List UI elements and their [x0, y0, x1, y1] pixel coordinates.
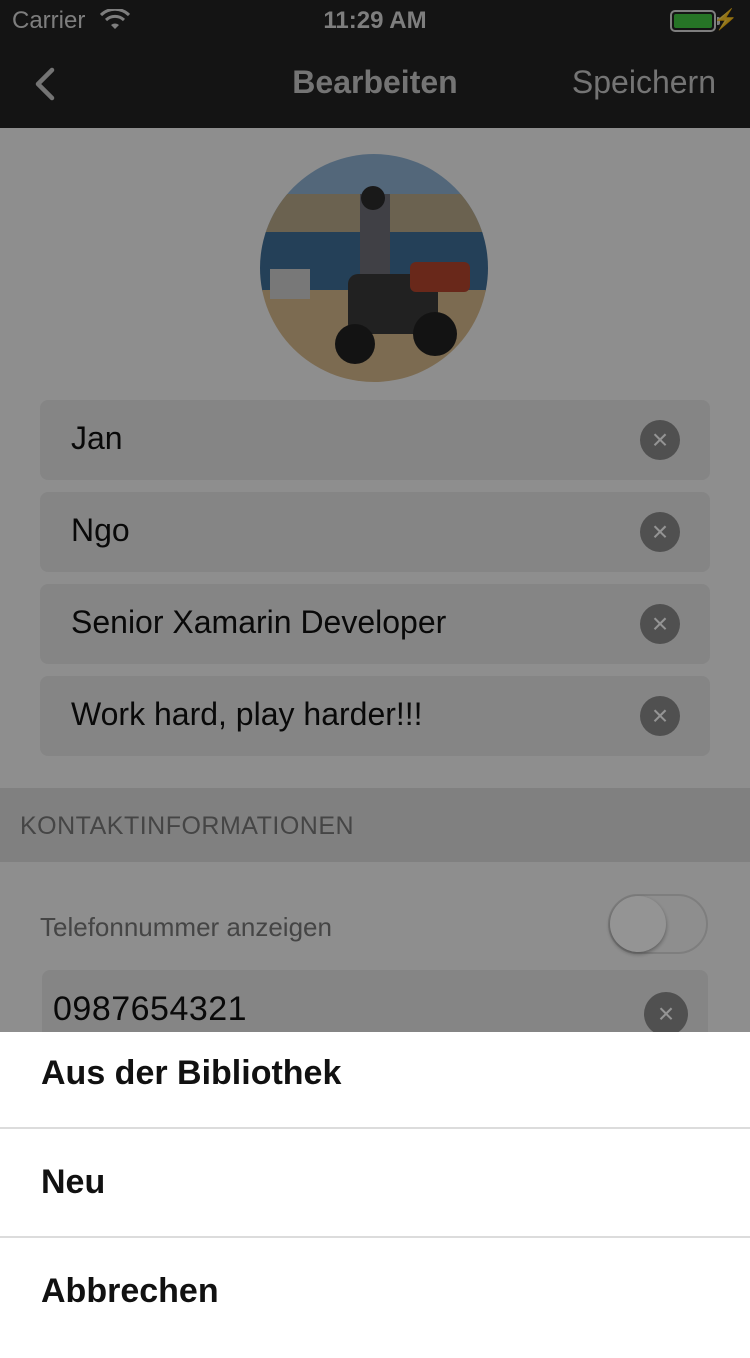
action-label: Abbrechen [41, 1272, 219, 1310]
action-sheet: Aus der Bibliothek Neu Abbrechen [0, 1032, 750, 1334]
action-cancel[interactable]: Abbrechen [0, 1250, 750, 1358]
action-label: Aus der Bibliothek [41, 1054, 342, 1092]
divider [0, 1236, 750, 1238]
action-label: Neu [41, 1163, 106, 1201]
action-new[interactable]: Neu [0, 1141, 750, 1249]
action-from-library[interactable]: Aus der Bibliothek [0, 1032, 750, 1140]
divider [0, 1127, 750, 1129]
